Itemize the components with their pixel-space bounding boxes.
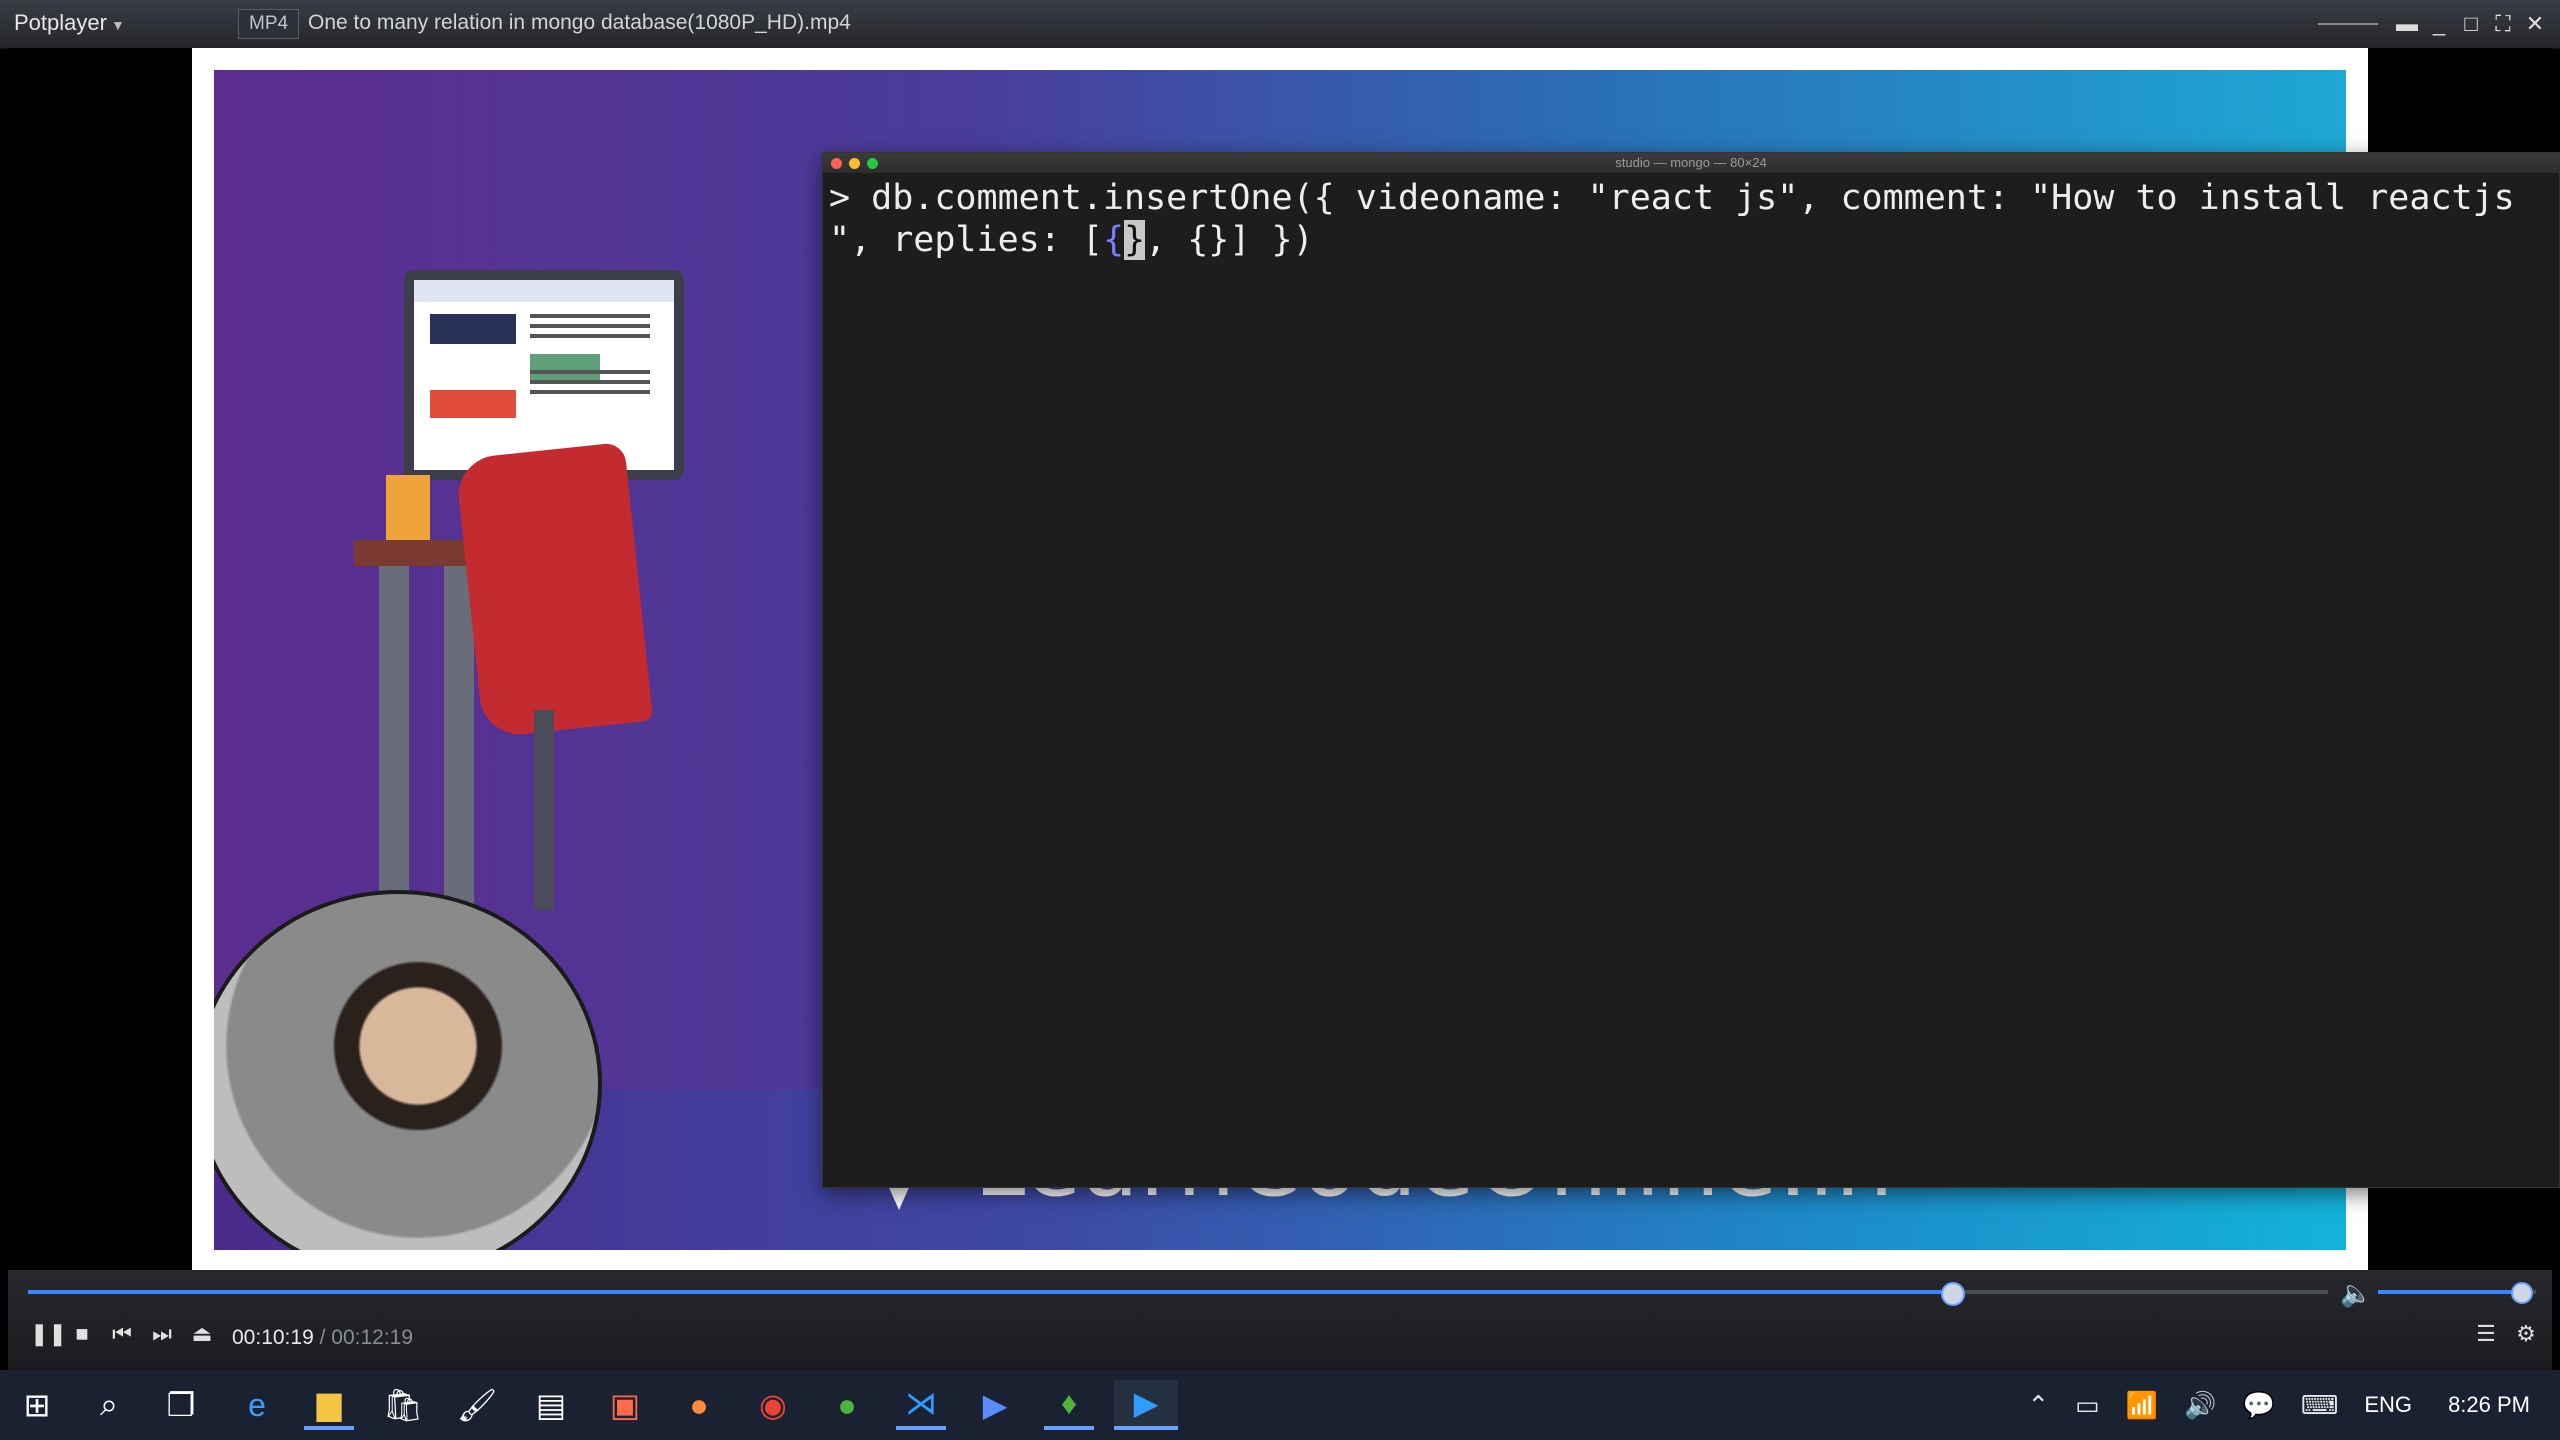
terminal-window: studio — mongo — 80×24 > db.comment.inse…	[822, 152, 2560, 1188]
close-icon[interactable]: ✕	[2522, 11, 2548, 37]
illustration-pencil-cup	[386, 475, 430, 541]
seek-bar[interactable]	[28, 1282, 2328, 1306]
title-bar: Potplayer ▼ MP4 One to many relation in m…	[0, 0, 2560, 49]
powershell-icon[interactable]: ▶	[970, 1380, 1020, 1430]
terminal-title: studio — mongo — 80×24	[1615, 155, 1767, 170]
player-right-buttons: ☰ ⚙	[2472, 1320, 2540, 1348]
taskbar: ⊞ ⌕ ❐ e ▆ 🛍 🖌 ▤ ▣ ● ◉ ● ⋊ ▶ ♦ ▶ ⌃ ▭ 📶 🔊 …	[0, 1370, 2560, 1440]
potplayer-icon[interactable]: ▶	[1114, 1380, 1178, 1430]
illustration-chair-pole	[534, 710, 554, 910]
format-badge: MP4	[238, 9, 300, 39]
terminal-title-bar: studio — mongo — 80×24	[823, 153, 2559, 173]
pause-icon[interactable]: ❚❚	[30, 1322, 67, 1346]
playback-buttons: ❚❚ ■ ⏮ ⏭ ⏏	[30, 1322, 214, 1346]
system-tray: ⌃ ▭ 📶 🔊 💬 ⌨ ENG 8:26 PM	[2027, 1370, 2560, 1440]
mongodb-icon[interactable]: ♦	[1044, 1380, 1094, 1430]
terminal-line: ", replies: [{}, {}] })	[829, 219, 2551, 261]
terminal-line: > db.comment.insertOne({ videoname: "rea…	[829, 178, 2515, 218]
time-separator: /	[313, 1326, 332, 1349]
terminal-text: ", replies: [	[829, 220, 1103, 260]
current-time: 00:10:19	[232, 1326, 314, 1349]
time-display: 00:10:19 / 00:12:19	[232, 1326, 413, 1350]
edge-browser-icon[interactable]: e	[232, 1380, 282, 1430]
terminal-cursor: }	[1124, 220, 1146, 260]
presenter-webcam	[214, 890, 602, 1250]
previous-icon[interactable]: ⏮	[110, 1322, 134, 1346]
video-frame: LearnCodeOnline.in studio — mongo — 80×2…	[192, 48, 2560, 1270]
postman-icon[interactable]: ●	[674, 1380, 724, 1430]
maximize-icon[interactable]: □	[2458, 11, 2484, 37]
mini-mode-icon[interactable]: ▬	[2394, 11, 2420, 37]
search-icon[interactable]: ⌕	[84, 1380, 134, 1430]
drag-handle[interactable]	[2318, 23, 2378, 25]
video-viewport[interactable]: LearnCodeOnline.in studio — mongo — 80×2…	[8, 48, 2560, 1270]
app-menu-button[interactable]: Potplayer ▼	[14, 10, 125, 36]
seek-progress	[28, 1290, 1952, 1294]
language-indicator[interactable]: ENG	[2364, 1392, 2412, 1418]
illustration-monitor	[404, 270, 684, 480]
chrome-icon[interactable]: ◉	[748, 1380, 798, 1430]
file-explorer-icon[interactable]: ▆	[304, 1380, 354, 1430]
player-controls: 🔈 ❚❚ ■ ⏮ ⏭ ⏏ 00:10:19 / 00:12:19 ☰ ⚙	[8, 1270, 2552, 1370]
chevron-down-icon: ▼	[110, 17, 125, 33]
clock[interactable]: 8:26 PM	[2448, 1392, 2530, 1418]
illustration-desk-leg	[379, 566, 409, 946]
volume-slider[interactable]	[2378, 1282, 2536, 1304]
settings-gear-icon[interactable]: ⚙	[2512, 1320, 2540, 1348]
seek-thumb[interactable]	[1941, 1282, 1966, 1306]
playlist-icon[interactable]: ☰	[2472, 1320, 2500, 1348]
illustration-chair	[454, 441, 654, 739]
chevron-up-icon[interactable]: ⌃	[2027, 1390, 2049, 1421]
terminal-text: , {}] })	[1145, 220, 1314, 260]
speaker-icon[interactable]: 🔊	[2184, 1390, 2216, 1421]
bandicam-icon[interactable]: ▣	[600, 1380, 650, 1430]
illustration-desk-leg	[444, 566, 474, 946]
battery-icon[interactable]: ▭	[2075, 1390, 2100, 1421]
start-windows-icon[interactable]: ⊞	[12, 1380, 62, 1430]
stop-icon[interactable]: ■	[70, 1322, 94, 1346]
eject-icon[interactable]: ⏏	[190, 1322, 214, 1346]
calculator-icon[interactable]: ▤	[526, 1380, 576, 1430]
notifications-icon[interactable]: 💬	[2242, 1390, 2274, 1421]
window-controls: ▬ _ □ ⛶ ✕	[2318, 8, 2548, 40]
network-disconnected-icon[interactable]: 📶	[2126, 1390, 2158, 1421]
vscode-icon[interactable]: ⋊	[896, 1380, 946, 1430]
next-icon[interactable]: ⏭	[150, 1322, 174, 1346]
mongodb-compass-icon[interactable]: ●	[822, 1380, 872, 1430]
keyboard-icon[interactable]: ⌨	[2301, 1390, 2339, 1421]
total-time: 00:12:19	[331, 1326, 414, 1349]
volume-level	[2378, 1290, 2521, 1294]
terminal-output: > db.comment.insertOne({ videoname: "rea…	[829, 177, 2551, 261]
fullscreen-icon[interactable]: ⛶	[2490, 11, 2516, 37]
app-menu-label: Potplayer	[14, 10, 107, 35]
minimize-icon[interactable]: _	[2426, 11, 2452, 37]
store-icon[interactable]: 🛍	[378, 1380, 428, 1430]
terminal-highlight: {	[1102, 220, 1125, 260]
volume-thumb[interactable]	[2511, 1282, 2534, 1304]
file-title: One to many relation in mongo database(1…	[308, 11, 851, 34]
paint-icon[interactable]: 🖌	[452, 1380, 502, 1430]
task-view-icon[interactable]: ❐	[156, 1380, 206, 1430]
volume-icon[interactable]: 🔈	[2340, 1278, 2372, 1309]
